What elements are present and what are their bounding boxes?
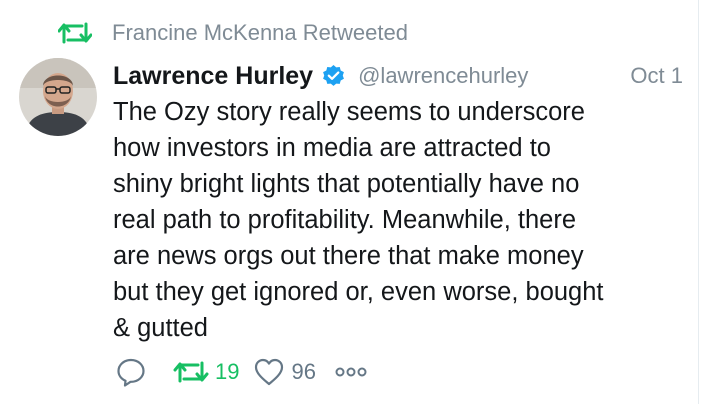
retweet-count: 19 (215, 359, 240, 384)
tweet-header: Lawrence Hurley @lawrencehurley Oct 1 (113, 58, 683, 94)
author-display-name[interactable]: Lawrence Hurley (113, 62, 313, 91)
reply-icon (117, 358, 145, 387)
avatar-image (19, 58, 97, 136)
author-handle[interactable]: @lawrencehurley (358, 63, 528, 89)
tweet-card[interactable]: Francine McKenna Retweeted Lawrence Hurl… (0, 0, 712, 404)
retweet-button[interactable]: 19 (173, 358, 239, 386)
retweeter-text[interactable]: Francine McKenna Retweeted (112, 20, 408, 46)
retweet-icon (173, 361, 209, 383)
heart-icon (255, 358, 284, 386)
reply-button[interactable] (115, 356, 147, 388)
tweet-actions: 19 96 (115, 352, 368, 392)
tweet-body-text: The Ozy story really seems to underscore… (113, 98, 604, 342)
retweet-context: Francine McKenna Retweeted (58, 18, 408, 48)
more-dots-icon (335, 367, 367, 377)
retweet-icon (58, 22, 92, 44)
more-options-button[interactable] (334, 366, 368, 378)
verified-badge-icon (323, 64, 345, 86)
avatar[interactable] (19, 58, 97, 136)
tweet-timestamp[interactable]: Oct 1 (630, 63, 683, 89)
like-button[interactable]: 96 (253, 357, 316, 387)
column-divider (698, 0, 699, 404)
like-count: 96 (291, 359, 316, 384)
